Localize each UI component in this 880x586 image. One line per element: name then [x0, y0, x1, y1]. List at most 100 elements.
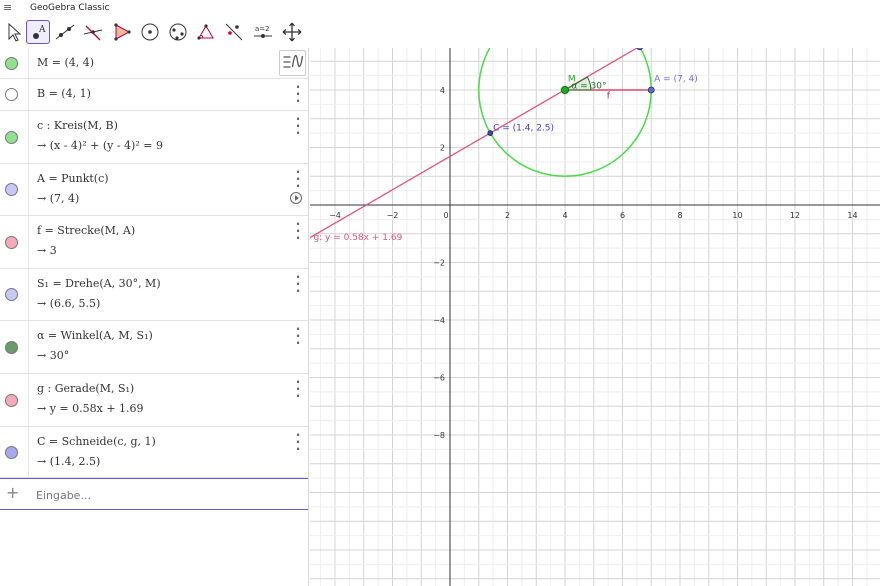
value-text: → (6.6, 5.5) — [37, 297, 101, 310]
point-M[interactable] — [561, 86, 569, 94]
point-A[interactable] — [647, 86, 655, 94]
y-tick-label: 4 — [440, 86, 445, 95]
row-divider — [28, 269, 29, 320]
slider-icon: a=2 — [254, 25, 272, 38]
menu-icon[interactable]: ≡ — [3, 2, 14, 14]
algebra-style-button[interactable] — [279, 50, 306, 76]
point-C-label: C = (1.4, 2.5) — [493, 123, 554, 133]
visibility-marble[interactable] — [5, 88, 18, 101]
algebra-row[interactable]: c : Kreis(M, B) → (x - 4)² + (y - 4)² = 9… — [0, 111, 308, 164]
y-tick-label: −8 — [433, 431, 445, 440]
angle-label: α = 30° — [571, 82, 606, 92]
move-tool[interactable] — [2, 20, 26, 44]
more-options-icon[interactable]: · · · — [294, 323, 302, 349]
definition-text[interactable]: α = Winkel(A, M, S₁) — [37, 329, 153, 342]
svg-text:a=2: a=2 — [255, 25, 270, 33]
visibility-marble[interactable] — [5, 288, 18, 301]
algebra-row[interactable]: α = Winkel(A, M, S₁) → 30° · · · — [0, 321, 308, 374]
visibility-marble[interactable] — [5, 56, 18, 70]
line-label: g: y = 0.58x + 1.69 — [313, 233, 402, 243]
row-divider — [28, 374, 29, 426]
perpendicular-tool[interactable] — [81, 20, 105, 44]
definition-text[interactable]: c : Kreis(M, B) — [37, 119, 118, 132]
more-options-icon[interactable]: · · · — [294, 376, 302, 402]
point-C[interactable] — [487, 130, 494, 136]
visibility-marble[interactable] — [5, 235, 18, 249]
algebra-view: M = (4, 4) B = (4, 1) · · · c : Kreis(M, B) → … — [0, 48, 309, 586]
graphics-canvas[interactable]: −4−2024681012148642−2−4−6−8g: y = 0.58x … — [310, 48, 880, 586]
circle-tool[interactable] — [138, 20, 162, 44]
input-field[interactable] — [36, 486, 296, 504]
more-options-icon[interactable]: · · · — [294, 81, 302, 107]
ellipse-icon — [169, 23, 187, 41]
line-tool[interactable] — [53, 20, 77, 44]
angle-icon — [197, 24, 214, 40]
definition-text[interactable]: A = Punkt(c) — [37, 172, 109, 185]
row-divider — [28, 321, 29, 373]
angle-tool[interactable] — [194, 20, 218, 44]
x-tick-label: 8 — [677, 211, 682, 220]
more-options-icon[interactable]: · · · — [294, 166, 302, 192]
definition-text[interactable]: f = Strecke(M, A) — [37, 224, 135, 237]
circle-icon — [141, 23, 159, 41]
x-tick-label: 0 — [443, 211, 448, 220]
definition-text[interactable]: g : Gerade(M, S₁) — [37, 382, 134, 395]
title-bar: ≡ GeoGebra Classic — [0, 0, 880, 18]
point-tool[interactable]: A — [26, 20, 50, 44]
algebra-style-icon — [283, 55, 304, 68]
definition-text[interactable]: C = Schneide(c, g, 1) — [37, 435, 156, 448]
algebra-row[interactable]: g : Gerade(M, S₁) → y = 0.58x + 1.69 · · · — [0, 374, 308, 427]
algebra-row[interactable]: f = Strecke(M, A) → 3 · · · — [0, 216, 308, 269]
more-options-icon[interactable]: · · · — [294, 113, 302, 139]
ellipse-tool[interactable] — [166, 20, 190, 44]
move-view-icon — [282, 22, 302, 42]
x-tick-label: 14 — [847, 211, 857, 220]
input-bar[interactable]: + — [0, 478, 308, 510]
row-divider — [28, 216, 29, 268]
polygon-tool[interactable] — [110, 20, 134, 44]
more-options-icon[interactable]: · · · — [294, 429, 302, 455]
definition-text[interactable]: B = (4, 1) — [37, 87, 91, 100]
graphics-view[interactable]: −4−2024681012148642−2−4−6−8g: y = 0.58x … — [310, 48, 880, 586]
polygon-icon — [114, 23, 131, 41]
svg-text:A: A — [38, 25, 46, 35]
plus-icon[interactable]: + — [6, 485, 19, 501]
reflect-icon — [225, 23, 243, 41]
toolbar: Aa=2 — [0, 18, 880, 48]
y-tick-label: −2 — [433, 259, 445, 268]
algebra-row[interactable]: B = (4, 1) · · · — [0, 79, 308, 111]
definition-text[interactable]: S₁ = Drehe(A, 30°, M) — [37, 277, 161, 290]
value-text: → y = 0.58x + 1.69 — [37, 402, 144, 415]
algebra-row[interactable]: C = Schneide(c, g, 1) → (1.4, 2.5) · · · — [0, 427, 308, 478]
reflect-tool[interactable] — [222, 20, 246, 44]
value-text: → (x - 4)² + (y - 4)² = 9 — [37, 139, 163, 152]
row-divider — [28, 48, 29, 78]
segment-f-label: f — [607, 92, 611, 102]
x-tick-label: 6 — [620, 211, 625, 220]
visibility-marble[interactable] — [5, 445, 18, 459]
row-divider — [28, 79, 29, 110]
move-view-tool[interactable] — [280, 20, 304, 44]
y-tick-label: −4 — [433, 316, 445, 325]
arrow-icon — [8, 22, 22, 42]
y-tick-label: 2 — [440, 144, 445, 153]
visibility-marble[interactable] — [5, 340, 18, 354]
row-divider — [28, 164, 29, 215]
app-title: GeoGebra Classic — [30, 3, 110, 13]
row-divider — [28, 111, 29, 163]
x-tick-label: 2 — [505, 211, 510, 220]
more-options-icon[interactable]: · · · — [294, 218, 302, 244]
visibility-marble[interactable] — [5, 183, 18, 196]
point-A-label: A = (7, 4) — [654, 74, 698, 84]
slider-tool[interactable]: a=2 — [251, 20, 275, 44]
play-animation-icon[interactable] — [290, 192, 302, 204]
visibility-marble[interactable] — [5, 393, 18, 407]
more-options-icon[interactable]: · · · — [294, 271, 302, 297]
algebra-row[interactable]: A = Punkt(c) → (7, 4) · · · — [0, 164, 308, 216]
y-tick-label: −6 — [433, 374, 445, 383]
x-tick-label: −2 — [387, 211, 399, 220]
algebra-row[interactable]: S₁ = Drehe(A, 30°, M) → (6.6, 5.5) · · · — [0, 269, 308, 321]
visibility-marble[interactable] — [5, 130, 18, 144]
definition-text[interactable]: M = (4, 4) — [37, 56, 94, 69]
algebra-row[interactable]: M = (4, 4) — [0, 48, 308, 79]
